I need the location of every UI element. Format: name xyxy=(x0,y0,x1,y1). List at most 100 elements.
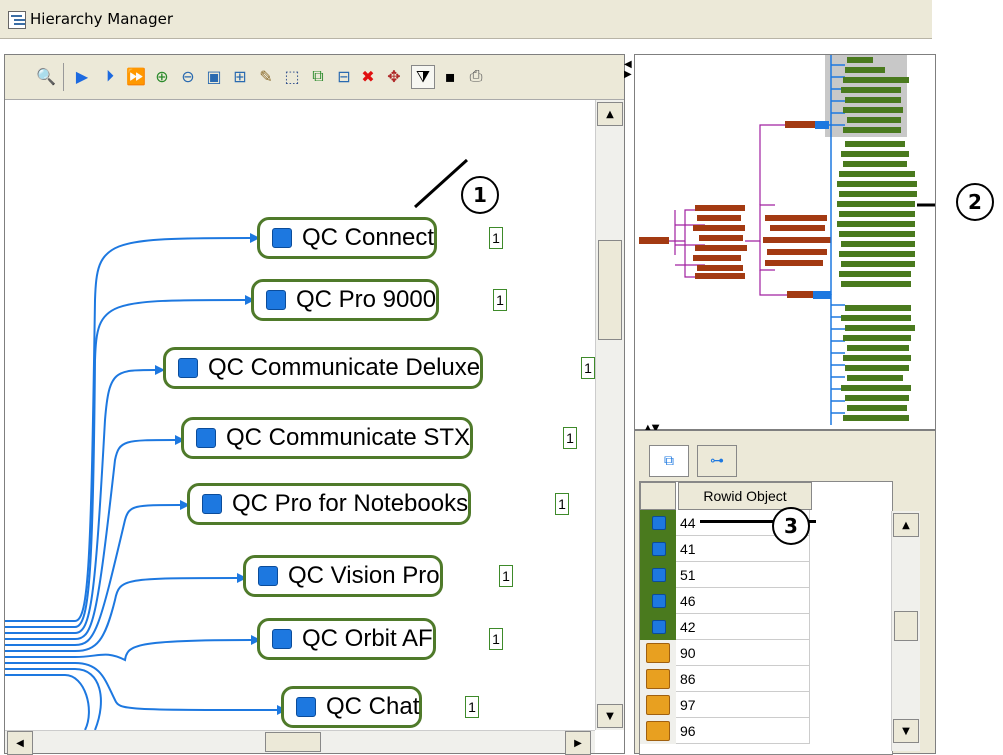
tree-node[interactable]: QC Pro 9000 xyxy=(251,279,440,321)
node-badge: 1 xyxy=(499,565,513,587)
delete-icon[interactable]: ✖ xyxy=(357,65,379,87)
table-row[interactable]: 90 xyxy=(640,640,812,666)
table-cell: 42 xyxy=(676,614,810,640)
node-badge: 1 xyxy=(563,427,577,449)
scroll-down-arrow-icon[interactable]: ▼ xyxy=(893,719,919,743)
callout-3: 3 xyxy=(772,507,810,545)
node-badge: 1 xyxy=(489,628,503,650)
scroll-up-arrow-icon[interactable]: ▲ xyxy=(893,513,919,537)
zoom-in-icon[interactable]: ⊕ xyxy=(151,65,173,87)
node-icon xyxy=(258,566,278,586)
tree-node[interactable]: QC Vision Pro xyxy=(243,555,443,597)
select-icon[interactable]: ⬚ xyxy=(281,65,303,87)
folder-icon xyxy=(646,721,670,741)
scroll-thumb[interactable] xyxy=(894,611,918,641)
node-icon xyxy=(272,228,292,248)
splitter-arrows-icon[interactable]: ◀ ▶ xyxy=(624,60,632,100)
hierarchy-icon[interactable]: ✥ xyxy=(383,65,405,87)
view-icon[interactable]: ⊟ xyxy=(333,65,355,87)
table-cell: 90 xyxy=(676,640,810,666)
node-icon xyxy=(296,697,316,717)
node-icon xyxy=(196,428,216,448)
zoom-out-icon[interactable]: ⊖ xyxy=(177,65,199,87)
hierarchy-manager-icon xyxy=(8,11,26,29)
save-icon[interactable]: ▪ xyxy=(439,65,461,87)
folder-icon xyxy=(646,695,670,715)
node-badge: 1 xyxy=(489,227,503,249)
callout-1: 1 xyxy=(461,176,499,214)
title-bar: Hierarchy Manager xyxy=(0,0,932,39)
node-label: QC Communicate STX xyxy=(226,424,471,451)
overview-panel[interactable] xyxy=(634,54,963,430)
node-icon xyxy=(202,494,222,514)
table-row[interactable]: 86 xyxy=(640,666,812,692)
tab-records[interactable]: ⧉ xyxy=(649,445,689,477)
record-icon xyxy=(652,542,666,556)
table-row[interactable]: 51 xyxy=(640,562,812,588)
hierarchy-canvas-panel: 🔍 ▶ ⏵ ⏩ ⊕ ⊖ ▣ ⊞ ✎ ⬚ ⧉ ⊟ ✖ ✥ ⧩ ▪ ⎙ QC Con… xyxy=(4,54,625,755)
node-icon xyxy=(272,629,292,649)
node-label: QC Connect xyxy=(302,224,435,251)
node-label: QC Communicate Deluxe xyxy=(208,354,481,381)
filter-icon[interactable]: ⧩ xyxy=(411,65,435,89)
callout-2: 2 xyxy=(956,183,994,221)
search-icon[interactable]: 🔍 xyxy=(35,65,57,87)
table-row[interactable]: 42 xyxy=(640,614,812,640)
node-badge: 1 xyxy=(493,289,507,311)
window-title: Hierarchy Manager xyxy=(30,10,174,28)
node-label: QC Orbit AF xyxy=(302,625,433,652)
tree-node[interactable]: QC Communicate Deluxe xyxy=(163,347,484,389)
record-icon xyxy=(652,568,666,582)
table-cell: 97 xyxy=(676,692,810,718)
node-badge: 1 xyxy=(581,357,595,379)
scroll-thumb[interactable] xyxy=(598,240,622,340)
node-label: QC Chat xyxy=(326,693,420,720)
scroll-down-arrow-icon[interactable]: ▼ xyxy=(597,704,623,728)
overview-map xyxy=(639,55,963,425)
column-header[interactable]: Rowid Object xyxy=(678,482,812,510)
zoom-actual-icon[interactable]: ⊞ xyxy=(229,65,251,87)
print-icon[interactable]: ⎙ xyxy=(465,65,487,87)
row-header-corner xyxy=(640,482,676,510)
records-tab-icon: ⧉ xyxy=(664,453,674,469)
horizontal-scroll-thumb[interactable] xyxy=(265,732,321,752)
table-cell: 46 xyxy=(676,588,810,614)
node-badge: 1 xyxy=(465,696,479,718)
record-icon xyxy=(652,620,666,634)
horizontal-scrollbar[interactable]: ◀ ▶ xyxy=(5,730,595,755)
node-label: QC Pro 9000 xyxy=(296,286,437,313)
table-row[interactable]: 46 xyxy=(640,588,812,614)
tree-node[interactable]: QC Orbit AF xyxy=(257,618,436,660)
table-row[interactable]: 97 xyxy=(640,692,812,718)
tree-node[interactable]: QC Connect xyxy=(257,217,438,259)
table-row[interactable]: 96 xyxy=(640,718,812,744)
zoom-fit-icon[interactable]: ▣ xyxy=(203,65,225,87)
scroll-left-arrow-icon[interactable]: ◀ xyxy=(7,731,33,755)
records-vertical-scrollbar[interactable]: ▲ ▼ xyxy=(891,511,920,751)
records-grid: Rowid Object 44 41 51 46 42 90 86 97 96 xyxy=(639,481,893,755)
node-badge: 1 xyxy=(555,493,569,515)
record-icon xyxy=(652,516,666,530)
hierarchy-canvas[interactable]: QC Connect 1 QC Pro 9000 1 QC Communicat… xyxy=(5,100,595,730)
vertical-scrollbar[interactable]: ▲ ▼ xyxy=(595,100,624,730)
node-label: QC Pro for Notebooks xyxy=(232,490,469,517)
tree-node[interactable]: QC Communicate STX xyxy=(181,417,474,459)
node-icon xyxy=(178,358,198,378)
table-cell: 96 xyxy=(676,718,810,744)
step-forward-icon[interactable]: ⏵ xyxy=(99,65,121,87)
tab-hierarchy[interactable]: ⊶ xyxy=(697,445,737,477)
copy-icon[interactable]: ⧉ xyxy=(307,65,329,87)
tree-node[interactable]: QC Pro for Notebooks xyxy=(187,483,472,525)
scroll-right-arrow-icon[interactable]: ▶ xyxy=(565,731,591,755)
play-icon[interactable]: ▶ xyxy=(71,65,93,87)
edit-icon[interactable]: ✎ xyxy=(255,65,277,87)
node-label: QC Vision Pro xyxy=(288,562,440,589)
folder-icon xyxy=(646,669,670,689)
tree-node[interactable]: QC Chat xyxy=(281,686,423,728)
node-icon xyxy=(266,290,286,310)
record-icon xyxy=(652,594,666,608)
fast-forward-icon[interactable]: ⏩ xyxy=(125,65,147,87)
toolbar-separator xyxy=(63,63,64,91)
table-cell: 86 xyxy=(676,666,810,692)
scroll-up-arrow-icon[interactable]: ▲ xyxy=(597,102,623,126)
